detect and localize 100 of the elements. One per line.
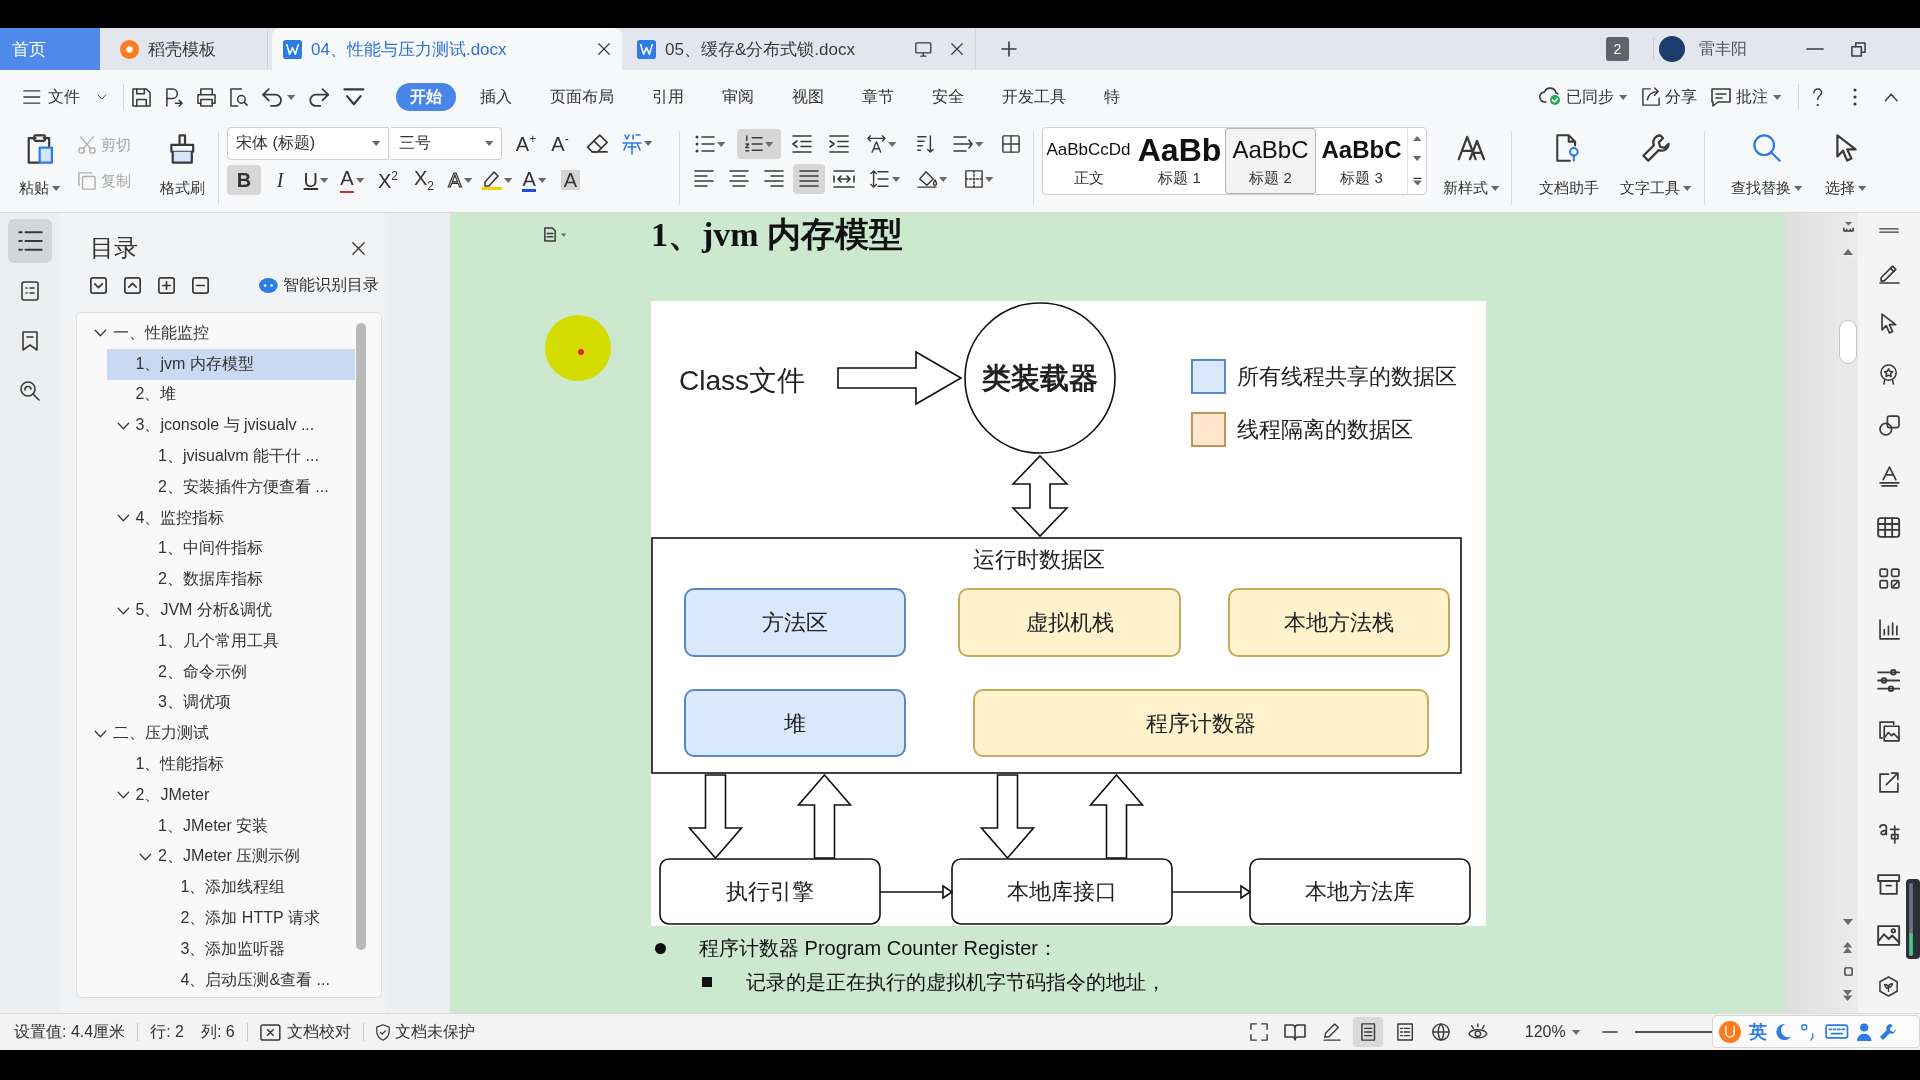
redo-icon[interactable] bbox=[307, 87, 329, 107]
italic-button[interactable]: I bbox=[263, 165, 297, 195]
more-icon[interactable] bbox=[1852, 88, 1857, 106]
keyboard-icon[interactable] bbox=[1825, 1024, 1849, 1039]
print-icon[interactable] bbox=[197, 87, 217, 107]
chevron-icon[interactable] bbox=[116, 791, 130, 800]
paragraph-marker-icon[interactable] bbox=[543, 227, 568, 242]
export-icon[interactable] bbox=[165, 87, 184, 107]
outline-item[interactable]: 2、JMeter 压测示例 bbox=[129, 841, 355, 873]
outline-item[interactable]: 1、jvisualvm 能干什 ... bbox=[129, 441, 355, 472]
person-icon[interactable] bbox=[1856, 1022, 1872, 1041]
outline-item[interactable]: 3、调优项 bbox=[129, 687, 355, 719]
text-tools-button[interactable]: 文字工具 bbox=[1616, 127, 1696, 207]
notification-badge[interactable]: 2 bbox=[1606, 37, 1629, 61]
image-stack-icon[interactable] bbox=[1878, 721, 1900, 742]
text-art-icon[interactable] bbox=[1878, 466, 1900, 487]
paste-button[interactable]: 粘贴 bbox=[12, 127, 68, 207]
character-shading-button[interactable]: A bbox=[553, 165, 588, 195]
previous-page-icon[interactable] bbox=[1843, 942, 1853, 953]
ruler-toggle-icon[interactable] bbox=[1842, 221, 1854, 232]
style-option[interactable]: AaBbC 标题 3 bbox=[1316, 128, 1407, 194]
handle-icon[interactable] bbox=[1879, 228, 1899, 233]
chevron-icon[interactable] bbox=[116, 421, 130, 430]
shapes-icon[interactable] bbox=[1878, 415, 1900, 436]
font-name-field[interactable]: 宋体 (标题) bbox=[227, 127, 389, 160]
font-size-field[interactable]: 三号 bbox=[391, 127, 502, 160]
input-mode-toggle[interactable]: 英 bbox=[1749, 1019, 1767, 1044]
cursor-icon[interactable] bbox=[1881, 313, 1897, 334]
zoom-out-icon[interactable] bbox=[1602, 1030, 1618, 1034]
outline-item[interactable]: 2、数据库指标 bbox=[129, 564, 355, 596]
logo-icon[interactable] bbox=[1719, 1020, 1741, 1043]
outline-item[interactable]: 1、性能指标 bbox=[106, 749, 355, 780]
outline-item[interactable]: 4、监控指标 bbox=[106, 502, 355, 534]
menu-tab[interactable]: 开始 bbox=[395, 83, 456, 111]
menu-tab[interactable]: 开发工具 bbox=[982, 83, 1085, 111]
file-menu[interactable]: 文件 bbox=[20, 86, 110, 108]
outline-item[interactable]: 1、添加线程组 bbox=[151, 872, 355, 904]
style-option[interactable]: AaBb 标题 1 bbox=[1134, 128, 1225, 194]
proofread-button[interactable]: 文档校对 bbox=[259, 1021, 351, 1043]
justify-button[interactable] bbox=[793, 164, 825, 194]
minus-box-icon[interactable] bbox=[192, 276, 209, 294]
sliders-icon[interactable] bbox=[1877, 670, 1901, 691]
restore-icon[interactable] bbox=[1851, 41, 1866, 57]
collapse-icon[interactable] bbox=[1883, 92, 1898, 102]
outline-item[interactable]: 1、中间件指标 bbox=[129, 533, 355, 565]
close-icon[interactable] bbox=[598, 43, 610, 55]
outline-item[interactable]: 3、jconsole 与 jvisualv ... bbox=[106, 410, 355, 442]
close-icon[interactable] bbox=[352, 241, 365, 255]
chevron-icon[interactable] bbox=[94, 329, 107, 338]
document-protection-button[interactable]: 文档未保护 bbox=[375, 1021, 476, 1043]
outline-item[interactable]: 2、堆 bbox=[106, 379, 355, 411]
text-effect-button[interactable]: A bbox=[443, 165, 477, 195]
menu-tab[interactable]: 审阅 bbox=[702, 83, 773, 111]
caret-icon[interactable] bbox=[287, 94, 296, 100]
close-icon[interactable] bbox=[951, 43, 963, 55]
outline-item[interactable]: 3、添加监听器 bbox=[151, 933, 355, 965]
scroll-thumb[interactable] bbox=[356, 323, 366, 950]
user-name[interactable]: 雷丰阳 bbox=[1699, 38, 1747, 60]
outline-item[interactable]: 1、JMeter 安装 bbox=[129, 810, 355, 842]
chevron-icon[interactable] bbox=[116, 514, 130, 523]
table-icon[interactable] bbox=[1877, 517, 1901, 538]
eraser-icon[interactable] bbox=[586, 134, 610, 153]
avatar-icon[interactable] bbox=[1659, 36, 1685, 62]
format-painter-button[interactable]: 格式刷 bbox=[154, 127, 210, 207]
style-option[interactable]: AaBbCcDd 正文 bbox=[1043, 128, 1134, 194]
share-button[interactable]: 分享 bbox=[1641, 86, 1697, 108]
scroll-down-icon[interactable] bbox=[1412, 156, 1422, 162]
menu-tab[interactable]: 页面布局 bbox=[530, 83, 633, 111]
menu-tab[interactable]: 安全 bbox=[912, 83, 983, 111]
chevron-icon[interactable] bbox=[116, 606, 130, 615]
customize-icon[interactable] bbox=[343, 87, 365, 107]
scroll-up-icon[interactable] bbox=[1412, 135, 1422, 141]
outline-item[interactable]: 二、压力测试 bbox=[84, 718, 355, 750]
hexagon-leaf-icon[interactable] bbox=[1879, 976, 1899, 997]
outline-item[interactable]: 4、启动压测&查看 ... bbox=[151, 964, 355, 996]
outline-item[interactable]: 一、性能监控 bbox=[84, 318, 355, 349]
scroll-up-icon[interactable] bbox=[1843, 249, 1853, 255]
zoom-level-dropdown[interactable]: 120% bbox=[1524, 1023, 1580, 1041]
plus-box-icon[interactable] bbox=[158, 276, 175, 294]
collapse-box-icon[interactable] bbox=[90, 276, 107, 294]
outline-item[interactable]: 2、安装插件方便查看 ... bbox=[129, 472, 355, 503]
find-replace-button[interactable]: 查找替换 bbox=[1728, 127, 1806, 207]
archive-icon[interactable] bbox=[1877, 874, 1901, 895]
chevron-icon[interactable] bbox=[139, 852, 152, 861]
menu-tab[interactable]: 插入 bbox=[460, 83, 531, 111]
outline-item[interactable]: 1、几个常用工具 bbox=[129, 625, 355, 657]
next-page-icon[interactable] bbox=[1843, 990, 1853, 1001]
print-preview-icon[interactable] bbox=[230, 87, 249, 107]
increase-font-size-button[interactable]: A$^{+}$ bbox=[510, 128, 542, 159]
image-icon[interactable] bbox=[1877, 925, 1901, 946]
outline-item[interactable]: 1、jvm 内存模型 bbox=[106, 348, 355, 380]
browse-object-icon[interactable] bbox=[1843, 967, 1853, 976]
moon-icon[interactable] bbox=[1775, 1022, 1793, 1041]
more-styles-icon[interactable] bbox=[1412, 177, 1422, 187]
export-icon[interactable] bbox=[1878, 772, 1900, 793]
menu-tab[interactable]: 特 bbox=[1084, 83, 1139, 111]
help-icon[interactable] bbox=[1813, 87, 1823, 107]
bar-chart-icon[interactable] bbox=[1878, 619, 1900, 640]
expand-box-icon[interactable] bbox=[124, 276, 141, 294]
award-icon[interactable] bbox=[1880, 364, 1898, 385]
